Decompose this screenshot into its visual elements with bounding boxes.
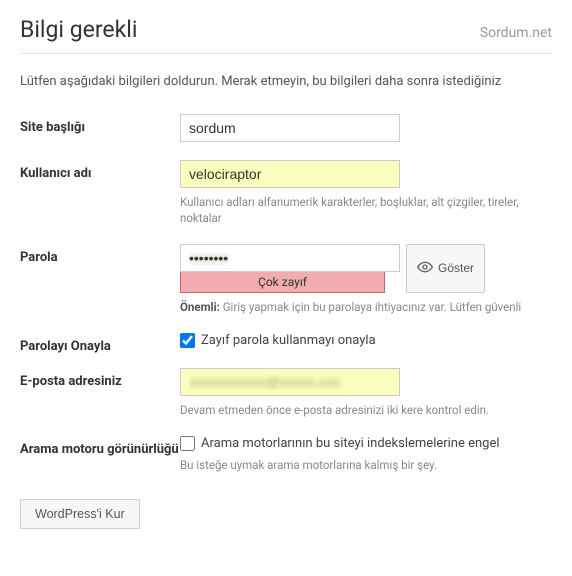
site-title-label: Site başlığı (20, 114, 180, 137)
username-label: Kullanıcı adı (20, 160, 180, 183)
search-engine-label: Arama motoru görünürlüğü (20, 436, 180, 459)
password-hint: Önemli: Giriş yapmak için bu parolaya ih… (180, 299, 552, 315)
brand-label: Sordum.net (480, 25, 552, 41)
email-input[interactable] (180, 368, 400, 396)
email-hint: Devam etmeden önce e-posta adresinizi ik… (180, 402, 552, 418)
intro-text: Lütfen aşağıdaki bilgileri doldurun. Mer… (20, 72, 552, 92)
search-engine-checkbox[interactable] (180, 436, 195, 451)
email-row: E-posta adresiniz Devam etmeden önce e-p… (20, 368, 552, 418)
weak-password-checkbox[interactable] (180, 333, 195, 348)
username-hint: Kullanıcı adları alfanumerik karakterler… (180, 194, 552, 226)
install-button[interactable]: WordPress'i Kur (20, 499, 140, 529)
password-input[interactable] (180, 244, 400, 272)
password-strength-badge: Çok zayıf (180, 272, 385, 293)
password-row: Parola Çok zayıf Göster (20, 244, 552, 315)
weak-password-label: Zayıf parola kullanmayı onayla (201, 333, 376, 348)
username-row: Kullanıcı adı Kullanıcı adları alfanumer… (20, 160, 552, 226)
password-label: Parola (20, 244, 180, 267)
username-input[interactable] (180, 160, 400, 188)
search-engine-row: Arama motoru görünürlüğü Arama motorları… (20, 436, 552, 473)
search-engine-checkbox-label: Arama motorlarının bu siteyi indekslemel… (201, 436, 500, 451)
search-engine-hint: Bu isteğe uymak arama motorlarına kalmış… (180, 457, 552, 473)
password-toggle-button[interactable]: Göster (406, 244, 485, 293)
search-engine-block[interactable]: Arama motorlarının bu siteyi indekslemel… (180, 436, 552, 451)
password-toggle-label: Göster (438, 261, 474, 275)
eye-icon (417, 261, 433, 276)
email-label: E-posta adresiniz (20, 368, 180, 391)
page-title: Bilgi gerekli (20, 16, 137, 43)
divider (20, 53, 552, 54)
site-title-input[interactable] (180, 114, 400, 142)
site-title-row: Site başlığı (20, 114, 552, 142)
confirm-password-row: Parolayı Onayla Zayıf parola kullanmayı … (20, 333, 552, 356)
confirm-password-label: Parolayı Onayla (20, 333, 180, 356)
weak-password-confirm[interactable]: Zayıf parola kullanmayı onayla (180, 333, 552, 348)
